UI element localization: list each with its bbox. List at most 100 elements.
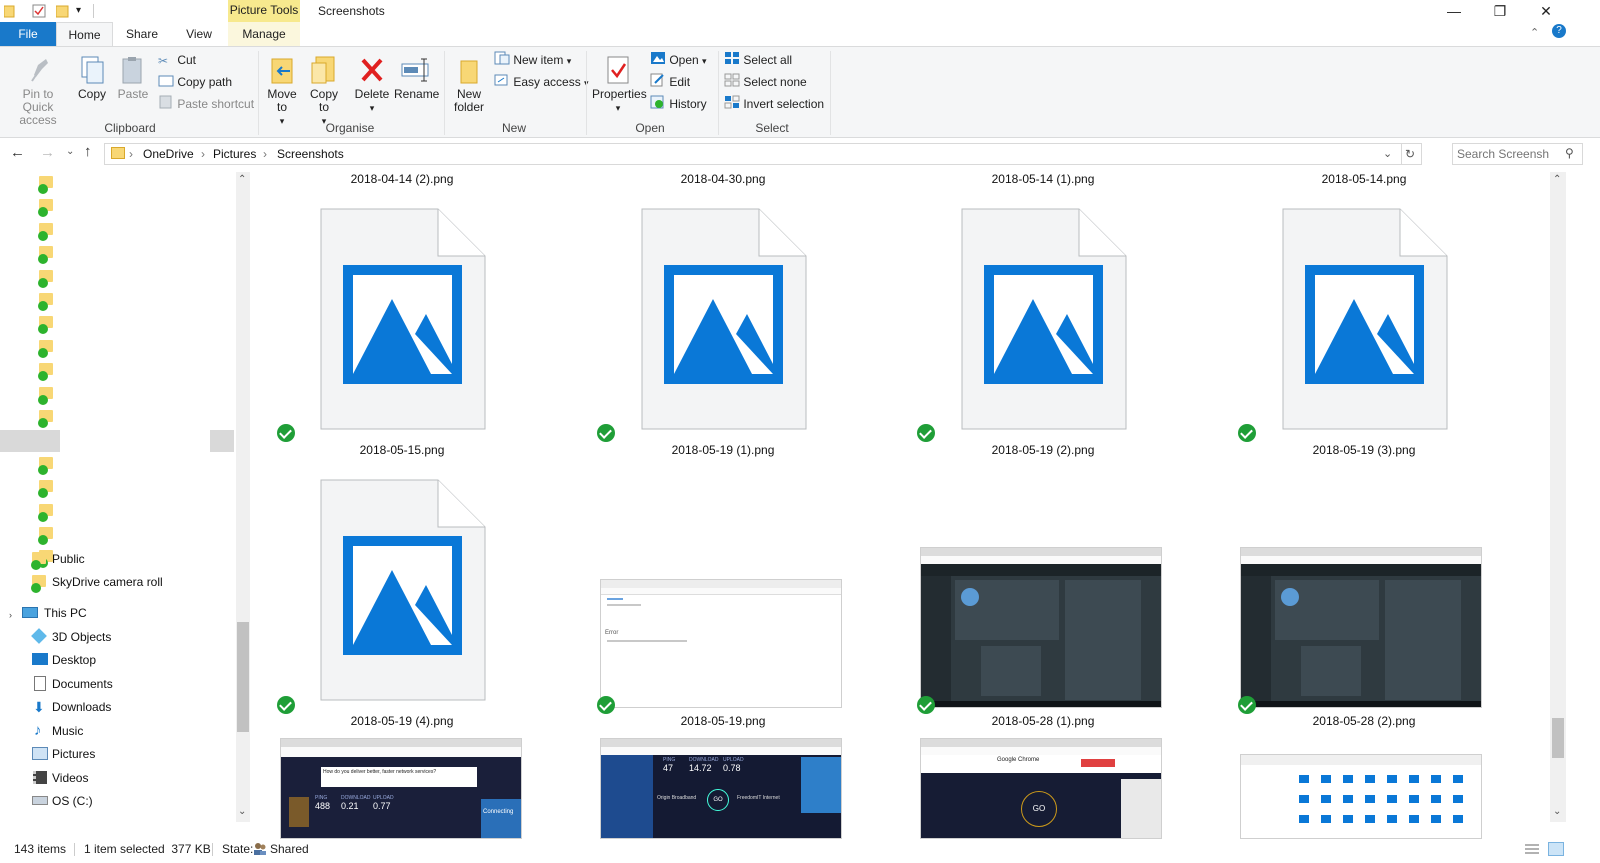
file-name[interactable]: 2018-05-28 (2).png bbox=[1244, 714, 1484, 728]
nav-item-onedrive-folder[interactable] bbox=[0, 266, 60, 288]
file-name[interactable]: 2018-05-15.png bbox=[282, 443, 522, 457]
invert-selection-button[interactable]: Invert selection bbox=[724, 95, 824, 113]
nav-item-skydrive-camera-roll[interactable]: SkyDrive camera roll bbox=[0, 571, 230, 593]
nav-item-3d-objects[interactable]: 3D Objects bbox=[0, 626, 230, 648]
nav-item-downloads[interactable]: ⬇ Downloads bbox=[0, 696, 230, 718]
customize-qat-icon[interactable]: ▾ bbox=[76, 4, 90, 18]
thumbnail-speedtest-chrome-prompt[interactable]: Google Chrome GO bbox=[920, 738, 1162, 839]
file-name[interactable]: 2018-05-19.png bbox=[603, 714, 843, 728]
edit-button[interactable]: Edit bbox=[650, 73, 690, 91]
thumbnail-router-dashboard[interactable] bbox=[920, 547, 1162, 708]
tab-manage[interactable]: Manage bbox=[228, 22, 300, 46]
scroll-down-arrow-icon[interactable]: ⌄ bbox=[1553, 806, 1561, 817]
thumbnail-speedtest-results[interactable]: PING DOWNLOAD UPLOAD 47 14.72 0.78 GO Or… bbox=[600, 738, 842, 839]
breadcrumb-pictures[interactable]: Pictures bbox=[213, 144, 256, 164]
pin-to-quick-access-button[interactable]: Pin to Quick access bbox=[4, 55, 72, 127]
nav-item-onedrive-folder[interactable] bbox=[0, 383, 60, 405]
thumbnail-file-explorer[interactable] bbox=[1240, 754, 1482, 839]
nav-item-pictures[interactable]: Pictures bbox=[0, 743, 230, 765]
delete-button[interactable]: Delete ▾ bbox=[352, 55, 392, 115]
search-input[interactable] bbox=[1457, 146, 1557, 161]
file-item[interactable] bbox=[961, 208, 1127, 433]
nav-item-onedrive-folder[interactable] bbox=[0, 172, 60, 194]
nav-item-onedrive-folder[interactable] bbox=[0, 453, 60, 475]
scroll-up-arrow-icon[interactable]: ⌃ bbox=[1553, 174, 1561, 185]
nav-item-documents[interactable]: Documents bbox=[0, 673, 230, 695]
collapse-ribbon-icon[interactable]: ⌃ bbox=[1530, 26, 1539, 39]
cut-button[interactable]: ✂ Cut bbox=[158, 51, 196, 69]
thumbnail-browser-error[interactable]: Error bbox=[600, 579, 842, 708]
file-name[interactable]: 2018-05-19 (3).png bbox=[1244, 443, 1484, 457]
restore-button[interactable]: ❐ bbox=[1477, 0, 1523, 22]
file-name[interactable]: 2018-05-19 (4).png bbox=[282, 714, 522, 728]
nav-item-onedrive-folder[interactable] bbox=[0, 242, 60, 265]
scroll-up-arrow-icon[interactable]: ⌃ bbox=[238, 174, 246, 185]
breadcrumb-screenshots[interactable]: Screenshots bbox=[277, 144, 344, 164]
minimize-button[interactable]: — bbox=[1431, 0, 1477, 22]
address-dropdown-icon[interactable]: ⌄ bbox=[1383, 144, 1392, 164]
properties-qat-icon[interactable] bbox=[32, 4, 46, 18]
breadcrumb-separator-icon[interactable]: › bbox=[263, 144, 267, 164]
nav-item-onedrive-folder[interactable] bbox=[0, 312, 60, 335]
file-name[interactable]: 2018-05-14 (1).png bbox=[923, 172, 1163, 186]
nav-item-desktop[interactable]: Desktop bbox=[0, 649, 230, 671]
easy-access-button[interactable]: Easy access ▾ bbox=[494, 73, 589, 91]
nav-item-onedrive-folder[interactable] bbox=[0, 523, 60, 545]
file-name[interactable]: 2018-05-28 (1).png bbox=[923, 714, 1163, 728]
nav-scrollbar-thumb[interactable] bbox=[237, 622, 249, 732]
help-icon[interactable]: ? bbox=[1552, 24, 1566, 38]
breadcrumb-onedrive[interactable]: OneDrive bbox=[143, 144, 194, 164]
copy-button[interactable]: Copy bbox=[74, 55, 110, 101]
thumbnail-router-dashboard[interactable] bbox=[1240, 547, 1482, 708]
file-name[interactable]: 2018-04-30.png bbox=[603, 172, 843, 186]
search-icon[interactable]: ⚲ bbox=[1565, 146, 1574, 160]
tab-view[interactable]: View bbox=[171, 22, 227, 46]
nav-item-this-pc[interactable]: › This PC bbox=[0, 602, 230, 624]
file-name[interactable]: 2018-05-14.png bbox=[1244, 172, 1484, 186]
new-item-button[interactable]: New item ▾ bbox=[494, 51, 571, 69]
nav-item-os-c[interactable]: OS (C:) bbox=[0, 790, 230, 812]
select-all-button[interactable]: Select all bbox=[724, 51, 792, 69]
scroll-down-arrow-icon[interactable]: ⌄ bbox=[238, 806, 246, 817]
breadcrumb-separator-icon[interactable]: › bbox=[201, 144, 205, 164]
up-arrow-icon[interactable]: ↑ bbox=[84, 143, 92, 160]
nav-item-onedrive-folder[interactable] bbox=[0, 219, 60, 241]
nav-item-onedrive-folder[interactable] bbox=[0, 406, 60, 428]
paste-shortcut-button[interactable]: Paste shortcut bbox=[158, 95, 254, 113]
properties-button[interactable]: Properties ▾ bbox=[592, 55, 647, 115]
file-item[interactable] bbox=[641, 208, 807, 433]
search-box[interactable]: ⚲ bbox=[1452, 143, 1583, 165]
tab-share[interactable]: Share bbox=[113, 22, 171, 46]
forward-arrow-icon[interactable]: → bbox=[40, 144, 55, 161]
content-scrollbar-thumb[interactable] bbox=[1552, 718, 1564, 758]
nav-item-onedrive-folder[interactable] bbox=[0, 500, 60, 522]
copy-to-button[interactable]: Copy to ▾ bbox=[306, 55, 342, 128]
large-icons-view-icon[interactable] bbox=[1548, 842, 1564, 856]
nav-item-onedrive-folder[interactable] bbox=[0, 336, 60, 358]
breadcrumb-separator-icon[interactable]: › bbox=[129, 144, 133, 164]
file-item[interactable] bbox=[320, 479, 486, 704]
address-bar[interactable]: › OneDrive › Pictures › Screenshots ⌄ ↻ bbox=[104, 143, 1422, 165]
file-item[interactable] bbox=[1282, 208, 1448, 433]
file-name[interactable]: 2018-05-19 (1).png bbox=[603, 443, 843, 457]
nav-item-music[interactable]: ♪ Music bbox=[0, 720, 230, 742]
nav-item-onedrive-folder[interactable] bbox=[0, 289, 60, 311]
nav-scrollbar[interactable]: ⌃ ⌄ bbox=[236, 172, 250, 822]
tab-home[interactable]: Home bbox=[56, 22, 113, 46]
thumbnail-speedtest-page[interactable]: How do you deliver better, faster networ… bbox=[280, 738, 522, 839]
file-name[interactable]: 2018-05-19 (2).png bbox=[923, 443, 1163, 457]
close-button[interactable]: ✕ bbox=[1523, 0, 1569, 22]
recent-locations-chevron-icon[interactable]: ⌄ bbox=[66, 146, 74, 157]
refresh-icon[interactable]: ↻ bbox=[1405, 144, 1415, 164]
content-scrollbar[interactable]: ⌃ ⌄ bbox=[1550, 172, 1566, 822]
move-to-button[interactable]: Move to ▾ bbox=[264, 55, 300, 128]
tab-file[interactable]: File bbox=[0, 22, 56, 46]
nav-item-onedrive-folder[interactable] bbox=[0, 359, 60, 382]
paste-button[interactable]: Paste bbox=[114, 55, 152, 101]
open-button[interactable]: Open ▾ bbox=[650, 51, 707, 69]
details-view-icon[interactable] bbox=[1524, 842, 1540, 856]
file-name[interactable]: 2018-04-14 (2).png bbox=[282, 172, 522, 186]
new-folder-qat-icon[interactable] bbox=[55, 4, 70, 18]
history-button[interactable]: History bbox=[650, 95, 707, 113]
nav-item-public[interactable]: Public bbox=[0, 548, 230, 570]
